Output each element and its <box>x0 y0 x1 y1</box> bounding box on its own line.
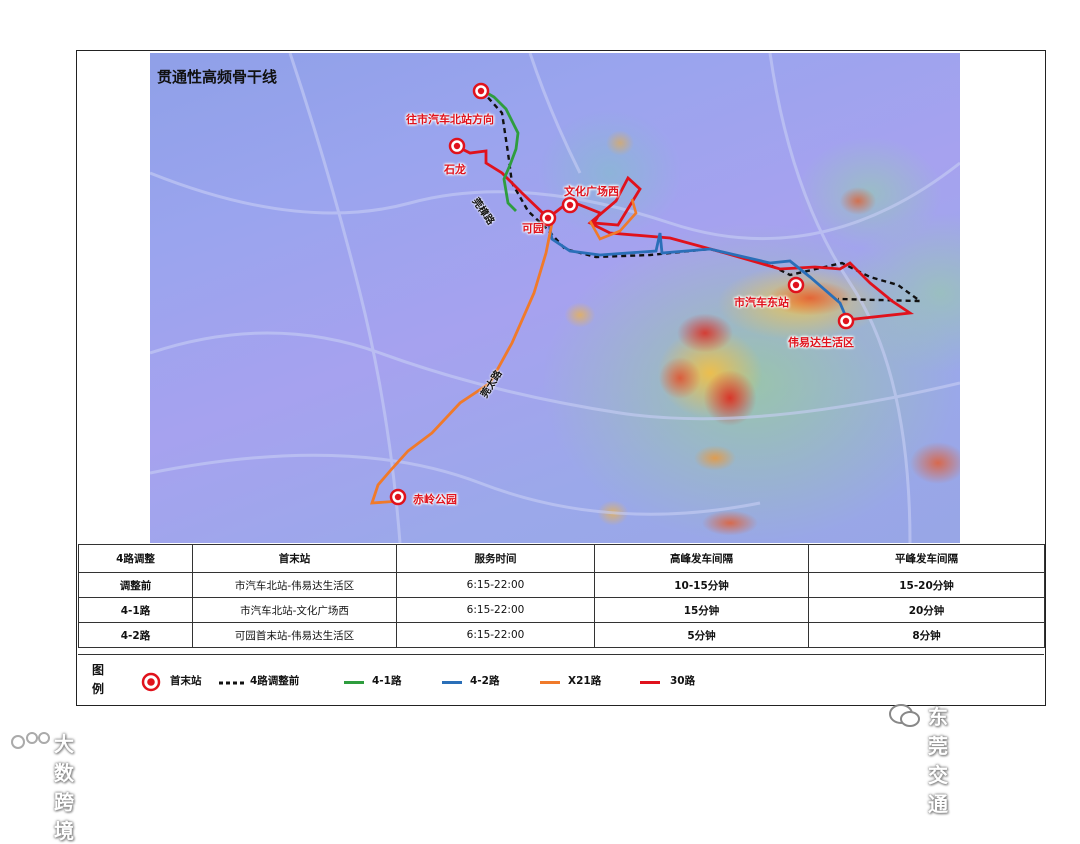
legend-line-before <box>219 681 245 685</box>
heatmap-map[interactable] <box>150 53 960 543</box>
legend-label-before: 4路调整前 <box>250 675 300 687</box>
legend-label-4-2: 4-2路 <box>470 675 500 687</box>
table-header-row: 4路调整 首末站 服务时间 高峰发车间隔 平峰发车间隔 <box>78 544 1045 573</box>
stop-label-east: 市汽车东站 <box>734 296 789 309</box>
stop-label-keyuan: 可园 <box>522 222 544 235</box>
table-cell: 市汽车北站-文化广场西 <box>192 597 397 623</box>
table-cell: 15-20分钟 <box>808 572 1045 598</box>
table-cell: 20分钟 <box>808 597 1045 623</box>
source-watermark-text: 大数跨境 <box>54 732 74 843</box>
legend-label-terminal: 首末站 <box>170 675 202 687</box>
terminal-stop-east[interactable] <box>787 276 805 294</box>
legend-line-x21 <box>540 681 560 684</box>
publisher-watermark-text: 东莞交通 <box>928 705 948 816</box>
terminal-stop-chiling[interactable] <box>389 488 407 506</box>
legend-line-30 <box>640 681 660 684</box>
table-cell: 8分钟 <box>808 622 1045 648</box>
route-overlay <box>150 53 960 543</box>
schedule-table: 4路调整 首末站 服务时间 高峰发车间隔 平峰发车间隔 调整前 市汽车北站-伟易… <box>78 544 1045 648</box>
table-row: 调整前 市汽车北站-伟易达生活区 6:15-22:00 10-15分钟 15-2… <box>78 572 1045 598</box>
col-header-peak-interval: 高峰发车间隔 <box>594 544 809 573</box>
table-cell: 6:15-22:00 <box>396 622 595 648</box>
table-cell: 4-1路 <box>78 597 193 623</box>
stop-label-chiling: 赤岭公园 <box>413 493 457 506</box>
col-header-adjust: 4路调整 <box>78 544 193 573</box>
legend-title: 图例 <box>92 663 105 696</box>
stop-label-wenhua: 文化广场西 <box>564 185 619 198</box>
route-x21 <box>370 222 554 505</box>
wechat-icon <box>889 704 920 727</box>
stop-label-weiyida: 伟易达生活区 <box>788 336 854 349</box>
legend: 图例 首末站 4路调整前 4-1路 4-2路 X21路 30路 <box>78 654 1044 706</box>
terminal-stop-shijie[interactable] <box>448 137 466 155</box>
col-header-terminals: 首末站 <box>192 544 397 573</box>
col-header-offpeak-interval: 平峰发车间隔 <box>808 544 1045 573</box>
terminal-stop-weiyida[interactable] <box>837 312 855 330</box>
table-cell: 10-15分钟 <box>594 572 809 598</box>
legend-label-30: 30路 <box>670 675 696 687</box>
stop-label-shijie: 石龙 <box>444 163 466 176</box>
table-row: 4-1路 市汽车北站-文化广场西 6:15-22:00 15分钟 20分钟 <box>78 597 1045 623</box>
terminal-stop-north[interactable] <box>472 82 490 100</box>
table-cell: 6:15-22:00 <box>396 597 595 623</box>
table-cell: 15分钟 <box>594 597 809 623</box>
legend-label-x21: X21路 <box>568 675 602 687</box>
stop-label-north: 往市汽车北站方向 <box>406 113 494 126</box>
terminal-stop-icon <box>141 672 161 692</box>
terminal-stop-wenhua[interactable] <box>561 196 579 214</box>
legend-label-4-1: 4-1路 <box>372 675 402 687</box>
table-cell: 6:15-22:00 <box>396 572 595 598</box>
legend-line-4-1 <box>344 681 364 684</box>
table-cell: 可园首末站-伟易达生活区 <box>192 622 397 648</box>
table-row: 4-2路 可园首末站-伟易达生活区 6:15-22:00 5分钟 8分钟 <box>78 622 1045 648</box>
table-cell: 调整前 <box>78 572 193 598</box>
col-header-service-time: 服务时间 <box>396 544 595 573</box>
map-title: 贯通性高频骨干线 <box>157 68 278 86</box>
table-cell: 4-2路 <box>78 622 193 648</box>
legend-line-4-2 <box>442 681 462 684</box>
table-cell: 5分钟 <box>594 622 809 648</box>
source-logo-icon <box>11 732 50 749</box>
table-cell: 市汽车北站-伟易达生活区 <box>192 572 397 598</box>
